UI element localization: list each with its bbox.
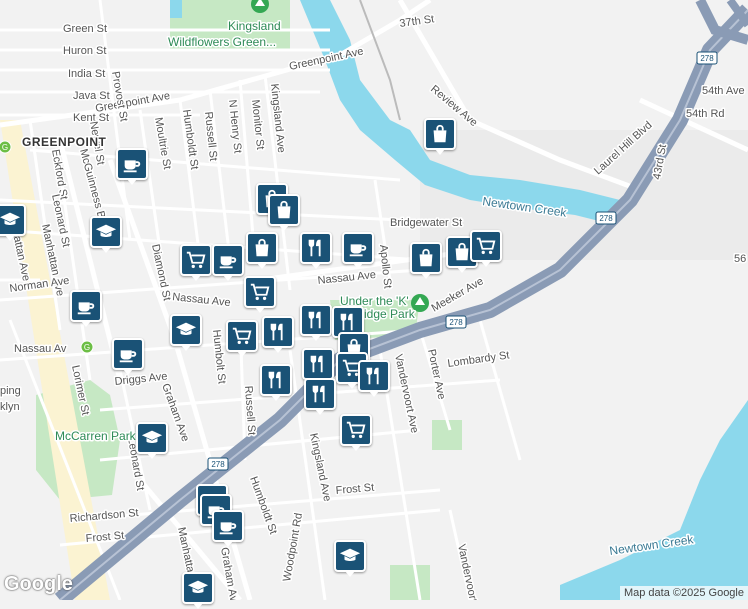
svg-text:G: G: [84, 343, 90, 352]
park-label: McCarren Park: [55, 429, 137, 443]
restaurant-marker[interactable]: [260, 364, 292, 401]
school-icon: [0, 212, 21, 226]
restaurant-marker[interactable]: [302, 348, 334, 385]
shopping-cart-icon: [250, 283, 270, 301]
highway-shield-278-2: 278: [595, 211, 617, 225]
restaurant-marker[interactable]: [358, 360, 390, 397]
school-marker[interactable]: [90, 216, 122, 253]
grocery-marker[interactable]: [244, 276, 276, 313]
svg-text:G: G: [2, 143, 8, 152]
school-marker[interactable]: [0, 204, 26, 241]
store-marker[interactable]: [246, 232, 278, 269]
shopping-cart-icon: [232, 327, 252, 345]
cafe-icon: [219, 522, 237, 535]
street-label: 56: [734, 253, 746, 265]
cafe-marker[interactable]: [116, 148, 148, 185]
park-label: Wildflowers Green...: [168, 35, 276, 49]
grocery-marker[interactable]: [470, 230, 502, 267]
street-label: Nassau Av: [14, 343, 67, 355]
school-icon: [339, 548, 361, 562]
restaurant-marker[interactable]: [300, 304, 332, 341]
cafe-icon: [219, 256, 237, 269]
store-marker[interactable]: [410, 242, 442, 279]
street-label: Huron St: [63, 45, 106, 57]
park-label: Kingsland: [228, 19, 281, 33]
cafe-icon: [77, 302, 95, 315]
cafe-marker[interactable]: [70, 290, 102, 327]
restaurant-icon: [270, 323, 283, 341]
subway-station-marker-2: G: [80, 340, 94, 354]
svg-text:278: 278: [211, 460, 225, 469]
cafe-marker[interactable]: [342, 232, 374, 269]
cafe-marker[interactable]: [212, 244, 244, 281]
restaurant-icon: [312, 385, 325, 403]
school-icon: [95, 224, 117, 238]
street-label: 54th Ave: [702, 85, 745, 97]
shopping-bag-icon: [433, 124, 447, 143]
park-label: ping: [0, 385, 21, 397]
street-label: 54th Rd: [686, 108, 725, 120]
store-marker[interactable]: [268, 194, 300, 231]
cafe-icon: [349, 244, 367, 257]
school-marker[interactable]: [182, 572, 214, 609]
school-marker[interactable]: [170, 314, 202, 351]
shopping-cart-icon: [186, 251, 206, 269]
subway-station-marker-1: G: [0, 140, 12, 154]
school-icon: [175, 322, 197, 336]
cafe-icon: [119, 350, 137, 363]
restaurant-icon: [340, 313, 353, 331]
grocery-marker[interactable]: [340, 414, 372, 451]
shopping-bag-icon: [277, 200, 291, 219]
restaurant-icon: [310, 355, 323, 373]
svg-text:278: 278: [599, 214, 613, 223]
shopping-bag-icon: [255, 238, 269, 257]
park-label: klyn: [0, 401, 20, 413]
svg-text:278: 278: [449, 318, 463, 327]
restaurant-icon: [268, 371, 281, 389]
cafe-marker[interactable]: [212, 510, 244, 547]
street-label: India St: [68, 68, 105, 80]
highway-shield-278-4: 278: [207, 457, 229, 471]
grocery-marker[interactable]: [226, 320, 258, 357]
school-marker[interactable]: [334, 540, 366, 577]
restaurant-icon: [308, 311, 321, 329]
school-icon: [141, 430, 163, 444]
shopping-cart-icon: [346, 421, 366, 439]
restaurant-marker[interactable]: [262, 316, 294, 353]
restaurant-icon: [308, 239, 321, 257]
google-logo: Google: [4, 573, 73, 595]
shopping-cart-icon: [476, 237, 496, 255]
street-label: Bridgewater St: [390, 217, 462, 229]
restaurant-icon: [366, 367, 379, 385]
neighborhood-label: GREENPOINT: [22, 135, 107, 149]
street-label: Green St: [63, 23, 107, 35]
highway-shield-278-3: 278: [445, 315, 467, 329]
shopping-bag-icon: [419, 248, 433, 267]
map-attribution[interactable]: Map data ©2025 Google: [619, 586, 748, 600]
school-marker[interactable]: [136, 422, 168, 459]
store-marker[interactable]: [424, 118, 456, 155]
restaurant-marker[interactable]: [300, 232, 332, 269]
map-base: 278 278 278 278 G G Green St Huron St In…: [0, 0, 748, 609]
school-icon: [187, 580, 209, 594]
map-canvas[interactable]: 278 278 278 278 G G Green St Huron St In…: [0, 0, 748, 609]
cafe-marker[interactable]: [112, 338, 144, 375]
restaurant-marker[interactable]: [304, 378, 336, 415]
grocery-marker[interactable]: [180, 244, 212, 281]
svg-text:278: 278: [700, 54, 714, 63]
cafe-icon: [123, 160, 141, 173]
street-label: Java St: [73, 90, 110, 102]
highway-shield-278-1: 278: [696, 51, 718, 65]
